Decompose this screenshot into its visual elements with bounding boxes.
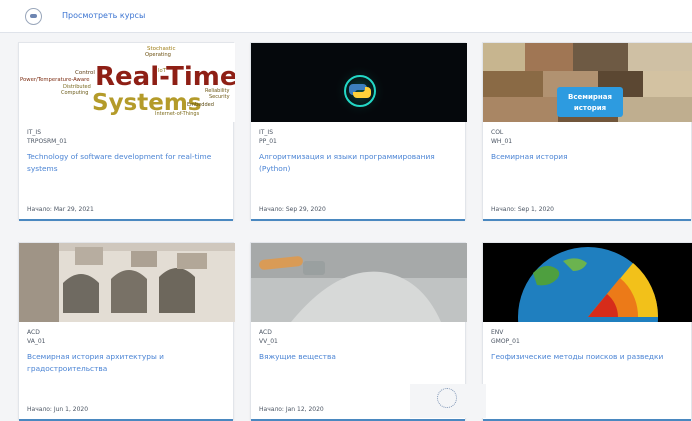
wordcloud-word: Power/Temperature-Aware <box>20 77 89 83</box>
course-org: ACD <box>259 329 272 336</box>
wordcloud-word: Control <box>75 70 95 76</box>
python-glow-icon <box>333 64 387 118</box>
course-start-date: Начало: Jun 1, 2020 <box>27 406 89 413</box>
course-start-date: Начало: Sep 1, 2020 <box>491 206 554 213</box>
course-image-cement-powder <box>251 243 467 322</box>
browse-courses-link[interactable]: Просмотреть курсы <box>62 11 145 20</box>
course-org: IT_IS <box>259 129 274 136</box>
course-code: WH_01 <box>491 138 513 145</box>
course-org: ENV <box>491 329 504 336</box>
wordcloud-word: Security <box>209 94 230 100</box>
wordcloud-word: Operating <box>145 52 171 58</box>
course-org: ACD <box>27 329 40 336</box>
course-code: GMOP_01 <box>491 338 520 345</box>
wordcloud-word: Embedded <box>187 102 214 108</box>
course-image-world-history-collage: Всемирная история <box>483 43 692 122</box>
course-grid: Stochastic Operating Control IoT Power/T… <box>0 34 692 421</box>
course-card[interactable]: Stochastic Operating Control IoT Power/T… <box>18 42 235 221</box>
wordcloud-word: Computing <box>61 90 88 96</box>
top-bar: Просмотреть курсы <box>0 0 692 33</box>
svg-text:история: история <box>574 104 606 112</box>
course-code: PP_01 <box>259 138 277 145</box>
card-accent-bar <box>483 219 691 221</box>
footer-logo-icon <box>410 384 486 418</box>
site-logo-icon[interactable] <box>25 8 42 25</box>
course-title-link[interactable]: Геофизические методы поисков и разведки <box>491 351 683 363</box>
course-image-earth-cross-section <box>483 243 692 322</box>
svg-text:Всемирная: Всемирная <box>568 93 612 101</box>
course-image-architecture-facade <box>19 243 235 322</box>
course-title-link[interactable]: Всемирная история <box>491 151 683 163</box>
course-image-real-time-wordcloud: Stochastic Operating Control IoT Power/T… <box>19 43 235 122</box>
card-accent-bar <box>19 219 233 221</box>
course-title-link[interactable]: Вяжущие вещества <box>259 351 457 363</box>
world-history-label-badge <box>557 87 623 117</box>
course-title-link[interactable]: Всемирная история архитектуры и градостр… <box>27 351 225 375</box>
course-org: IT_IS <box>27 129 42 136</box>
course-code: VA_01 <box>27 338 46 345</box>
course-start-date: Начало: Jan 12, 2020 <box>259 406 324 413</box>
course-image-python-logo <box>251 43 467 122</box>
course-start-date: Начало: Mar 29, 2021 <box>27 206 94 213</box>
course-title-link[interactable]: Алгоритмизация и языки программирования … <box>259 151 457 175</box>
course-card[interactable]: ENV GMOP_01 Геофизические методы поисков… <box>482 242 692 421</box>
card-accent-bar <box>251 219 465 221</box>
course-start-date: Начало: Sep 29, 2020 <box>259 206 326 213</box>
course-org: COL <box>491 129 504 136</box>
course-code: TRPOSRM_01 <box>27 138 67 145</box>
course-card[interactable]: IT_IS PP_01 Алгоритмизация и языки прогр… <box>250 42 467 221</box>
course-code: VV_01 <box>259 338 278 345</box>
course-title-link[interactable]: Technology of software development for r… <box>27 151 225 175</box>
course-card[interactable]: ACD VA_01 Всемирная история архитектуры … <box>18 242 235 421</box>
course-card[interactable]: Всемирная история COL WH_01 Всемирная ис… <box>482 42 692 221</box>
wordcloud-word: Internet-of-Things <box>155 111 200 117</box>
